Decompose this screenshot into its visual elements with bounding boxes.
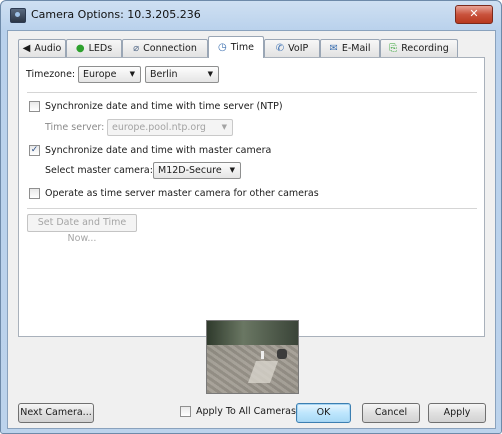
timezone-region-select[interactable]: Europe ▼ [78,66,141,83]
apply-all-option[interactable]: Apply To All Cameras [180,406,296,417]
titlebar[interactable]: Camera Options: 10.3.205.236 ✕ [1,1,501,29]
time-server-value: europe.pool.ntp.org [112,122,206,133]
dialog-body: ◀ Audio ● LEDs ⌀ Connection ◷ Time ✆ VoI… [7,30,496,429]
tab-leds[interactable]: ● LEDs [66,39,122,57]
apply-all-label: Apply To All Cameras [196,406,296,417]
ntp-sync-label: Synchronize date and time with time serv… [45,100,283,112]
phone-icon: ✆ [275,42,285,54]
tab-email[interactable]: ✉ E-Mail [320,39,380,57]
tab-time[interactable]: ◷ Time [208,36,264,58]
timezone-city-value: Berlin [150,69,178,80]
camera-preview-image [206,320,299,394]
recording-icon: ⎘ [389,42,398,54]
tab-connection[interactable]: ⌀ Connection [122,39,208,57]
led-icon: ● [75,42,85,54]
ok-button[interactable]: OK [296,403,351,423]
master-sync-label: Synchronize date and time with master ca… [45,144,272,156]
timezone-label: Timezone: [26,69,76,80]
close-button[interactable]: ✕ [455,5,493,24]
dropdown-arrow-icon: ▼ [229,166,235,174]
time-tab-panel: Timezone: Europe ▼ Berlin ▼ Synchronize … [18,57,485,337]
time-master-checkbox[interactable] [29,187,40,199]
dropdown-arrow-icon: ▼ [129,70,135,78]
time-server-select[interactable]: europe.pool.ntp.org ▼ [107,119,233,136]
master-camera-select[interactable]: M12D-Secure ▼ [153,162,241,179]
next-camera-button[interactable]: Next Camera... [18,403,94,423]
camera-options-window: Camera Options: 10.3.205.236 ✕ ◀ Audio ●… [0,0,502,434]
master-sync-checkbox[interactable]: ✓ [29,144,40,156]
speaker-icon: ◀ [22,42,31,54]
divider [27,92,477,93]
apply-all-checkbox[interactable] [180,406,191,417]
time-server-label: Time server: [45,122,105,133]
apply-button[interactable]: Apply [428,403,486,423]
cancel-button[interactable]: Cancel [362,403,420,423]
tab-recording[interactable]: ⎘ Recording [380,39,458,57]
tab-label: VoIP [288,43,309,54]
tab-audio[interactable]: ◀ Audio [18,39,66,57]
master-sync-option[interactable]: ✓ Synchronize date and time with master … [29,143,271,157]
tab-label: E-Mail [341,43,371,54]
tab-bar: ◀ Audio ● LEDs ⌀ Connection ◷ Time ✆ VoI… [18,36,486,58]
set-date-time-now-button[interactable]: Set Date and Time Now... [27,214,137,244]
timezone-city-select[interactable]: Berlin ▼ [145,66,219,83]
divider [27,208,477,209]
master-camera-label: Select master camera: [45,165,153,176]
window-title: Camera Options: 10.3.205.236 [31,8,201,21]
tab-label: Connection [143,43,197,54]
dropdown-arrow-icon: ▼ [221,123,227,131]
tab-label: LEDs [88,43,113,54]
time-master-label: Operate as time server master camera for… [45,187,319,199]
dropdown-arrow-icon: ▼ [207,70,213,78]
time-master-option[interactable]: Operate as time server master camera for… [29,186,319,200]
master-camera-value: M12D-Secure [158,165,222,176]
envelope-icon: ✉ [329,42,338,54]
connection-icon: ⌀ [133,42,140,54]
timezone-region-value: Europe [83,69,117,80]
clock-icon: ◷ [218,41,227,53]
ntp-sync-option[interactable]: Synchronize date and time with time serv… [29,99,283,113]
tab-voip[interactable]: ✆ VoIP [264,39,320,57]
camera-app-icon [10,8,26,23]
tab-label: Time [230,42,254,53]
ntp-sync-checkbox[interactable] [29,100,40,112]
tab-label: Audio [34,43,62,54]
tab-label: Recording [401,43,449,54]
